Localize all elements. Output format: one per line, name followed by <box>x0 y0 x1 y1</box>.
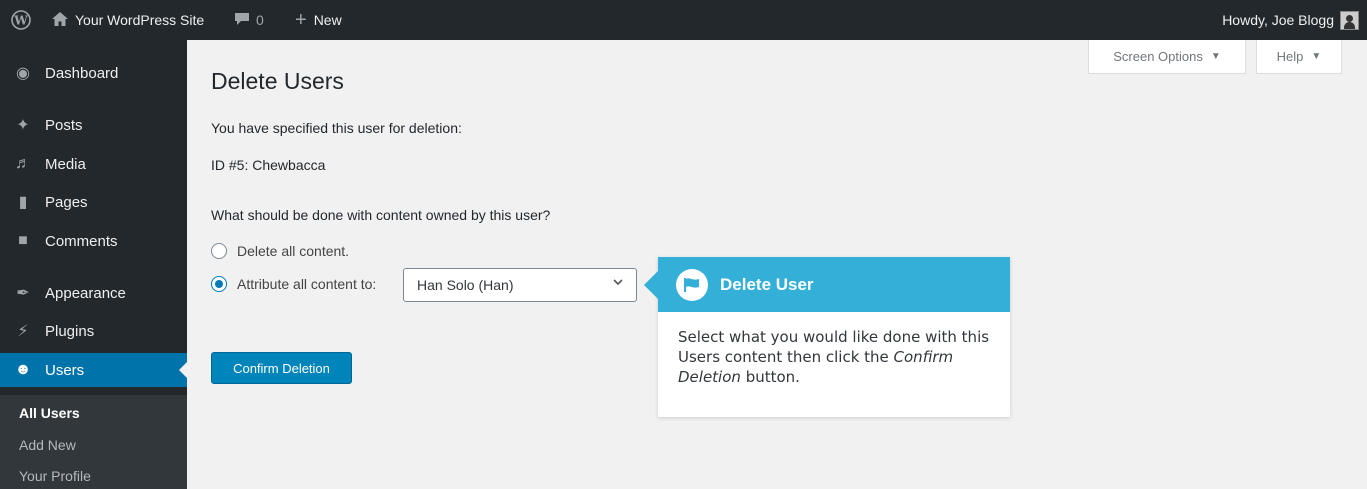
wordpress-logo-icon[interactable]: W <box>8 0 34 40</box>
dashboard-icon: ◉ <box>16 65 30 82</box>
sidebar-item-label: Posts <box>45 116 83 134</box>
help-callout: Delete User Select what you would like d… <box>644 257 1010 417</box>
sidebar-item-label: Dashboard <box>45 64 119 82</box>
admin-bar: W Your WordPress Site 0 + New Howdy, Joe… <box>0 0 1367 40</box>
pin-icon: ✦ <box>16 117 30 134</box>
users-submenu: All Users Add New Your Profile <box>0 395 187 489</box>
option-delete-row[interactable]: Delete all content. <box>211 243 349 259</box>
submenu-add-new[interactable]: Add New <box>19 437 76 453</box>
selected-user: Han Solo (Han) <box>417 277 514 293</box>
delete-content-radio[interactable] <box>211 243 227 259</box>
svg-text:W: W <box>13 14 28 28</box>
sidebar-item-label: Appearance <box>45 284 126 302</box>
page-title: Delete Users <box>211 68 344 94</box>
help-button[interactable]: Help ▼ <box>1256 40 1342 74</box>
delete-content-label: Delete all content. <box>237 243 350 259</box>
callout-body: Select what you would like done with thi… <box>678 327 998 387</box>
submenu-your-profile[interactable]: Your Profile <box>19 468 91 484</box>
site-name-link[interactable]: Your WordPress Site <box>52 0 204 40</box>
howdy-text: Howdy, Joe Blogg <box>1222 12 1334 28</box>
user-id-line: ID #5: Chewbacca <box>211 157 326 173</box>
admin-sidebar: ◉ Dashboard ✦ Posts ♬ Media ▮ Pages ■ Co… <box>0 40 187 489</box>
sidebar-item-label: Comments <box>45 232 118 250</box>
sidebar-item-label: Users <box>45 361 85 379</box>
flag-icon <box>676 268 708 301</box>
comment-icon: ■ <box>18 232 28 249</box>
sidebar-item-pages[interactable]: ▮ Pages <box>0 185 187 219</box>
media-icon: ♬ <box>15 155 31 172</box>
option-attribute-row[interactable]: Attribute all content to: <box>211 276 376 292</box>
users-icon: ☻ <box>14 361 32 378</box>
site-name: Your WordPress Site <box>75 12 205 28</box>
chevron-down-icon <box>612 276 624 291</box>
sidebar-item-users[interactable]: ☻ Users <box>0 353 187 387</box>
callout-title: Delete User <box>720 274 814 294</box>
plus-icon: + <box>295 8 307 31</box>
plugin-icon: ⚡ <box>17 323 29 340</box>
comments-link[interactable]: 0 <box>234 0 264 40</box>
screen-options-button[interactable]: Screen Options ▼ <box>1088 40 1246 74</box>
account-menu[interactable]: Howdy, Joe Blogg <box>1222 0 1359 40</box>
sidebar-item-appearance[interactable]: ✒ Appearance <box>0 276 187 310</box>
sidebar-item-label: Media <box>45 155 86 173</box>
sidebar-item-comments[interactable]: ■ Comments <box>0 224 187 258</box>
avatar <box>1340 10 1359 30</box>
help-label: Help <box>1276 49 1304 64</box>
callout-header: Delete User <box>658 257 1010 312</box>
attribute-content-radio[interactable] <box>211 276 227 292</box>
confirm-deletion-button[interactable]: Confirm Deletion <box>211 352 352 384</box>
sidebar-item-label: Plugins <box>45 322 95 340</box>
callout-body-suffix: button. <box>740 368 800 386</box>
brush-icon: ✒ <box>16 285 30 302</box>
sidebar-item-posts[interactable]: ✦ Posts <box>0 108 187 142</box>
sidebar-item-plugins[interactable]: ⚡ Plugins <box>0 314 187 348</box>
sidebar-item-media[interactable]: ♬ Media <box>0 147 187 181</box>
comment-bubble-icon <box>234 12 250 29</box>
home-icon <box>52 11 68 29</box>
comments-count: 0 <box>256 12 264 28</box>
sidebar-item-dashboard[interactable]: ◉ Dashboard <box>0 56 187 90</box>
specified-text: You have specified this user for deletio… <box>211 120 462 136</box>
screen-options-label: Screen Options <box>1113 49 1203 64</box>
new-content-link[interactable]: + New <box>295 0 342 40</box>
new-label: New <box>313 12 342 28</box>
caret-down-icon: ▼ <box>1210 51 1221 62</box>
sidebar-item-label: Pages <box>45 193 88 211</box>
pages-icon: ▮ <box>18 194 28 211</box>
content-question: What should be done with content owned b… <box>211 207 551 223</box>
callout-arrow <box>644 271 658 299</box>
submenu-all-users[interactable]: All Users <box>19 405 80 421</box>
caret-down-icon: ▼ <box>1311 51 1322 62</box>
reassign-user-select[interactable]: Han Solo (Han) <box>403 268 637 302</box>
attribute-content-label: Attribute all content to: <box>237 276 377 292</box>
